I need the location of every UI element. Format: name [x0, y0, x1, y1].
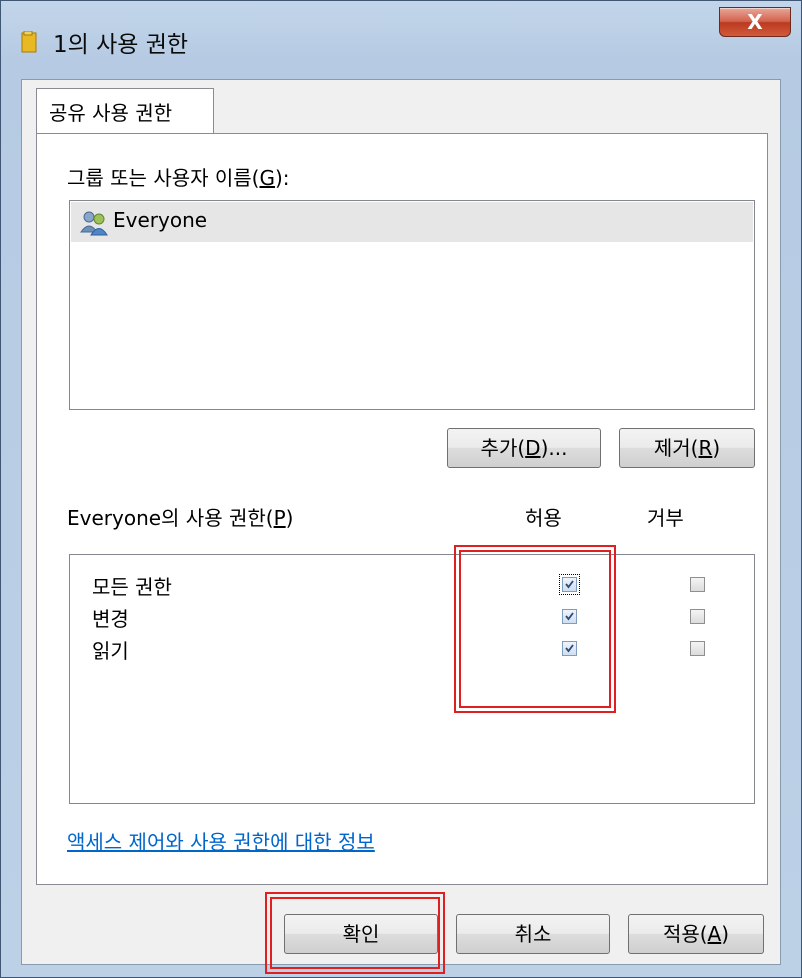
cancel-button[interactable]: 취소 — [456, 914, 610, 954]
dialog-body: 공유 사용 권한 그룹 또는 사용자 이름(G): Everyone 추가(D)… — [21, 79, 781, 965]
permissions-list: 모든 권한 변경 읽기 — [69, 554, 755, 804]
group-user-label: 그룹 또는 사용자 이름(G): — [67, 166, 290, 190]
full-control-deny-checkbox[interactable] — [690, 577, 705, 592]
folder-icon — [21, 31, 37, 53]
permission-read: 읽기 — [92, 639, 129, 663]
ok-button-highlight-inner — [270, 897, 440, 969]
close-button[interactable]: X — [719, 7, 791, 37]
list-item-everyone[interactable]: Everyone — [71, 202, 753, 242]
tab-share-permissions[interactable]: 공유 사용 권한 — [36, 88, 214, 134]
add-button[interactable]: 추가(D)... — [447, 428, 601, 468]
title-bar[interactable]: 1의 사용 권한 X — [1, 1, 801, 83]
allow-column-header: 허용 — [525, 506, 562, 530]
access-control-info-link[interactable]: 액세스 제어와 사용 권한에 대한 정보 — [67, 826, 375, 855]
allow-checkboxes-highlight-inner — [459, 550, 611, 708]
permission-full-control: 모든 권한 — [92, 575, 172, 599]
window-title: 1의 사용 권한 — [53, 32, 189, 58]
users-group-icon — [80, 211, 108, 236]
tab-panel: 그룹 또는 사용자 이름(G): Everyone 추가(D)... 제거(R)… — [36, 133, 768, 885]
user-name: Everyone — [113, 208, 208, 232]
apply-button[interactable]: 적용(A) — [628, 914, 764, 954]
deny-column-header: 거부 — [647, 506, 684, 530]
remove-button[interactable]: 제거(R) — [619, 428, 755, 468]
close-icon: X — [747, 10, 763, 34]
read-deny-checkbox[interactable] — [690, 641, 705, 656]
permissions-label: Everyone의 사용 권한(P) — [67, 506, 294, 530]
change-deny-checkbox[interactable] — [690, 609, 705, 624]
permission-change: 변경 — [92, 607, 129, 631]
user-listbox[interactable]: Everyone — [69, 200, 755, 410]
permissions-dialog: 1의 사용 권한 X 공유 사용 권한 그룹 또는 사용자 이름(G): Eve… — [0, 0, 802, 978]
